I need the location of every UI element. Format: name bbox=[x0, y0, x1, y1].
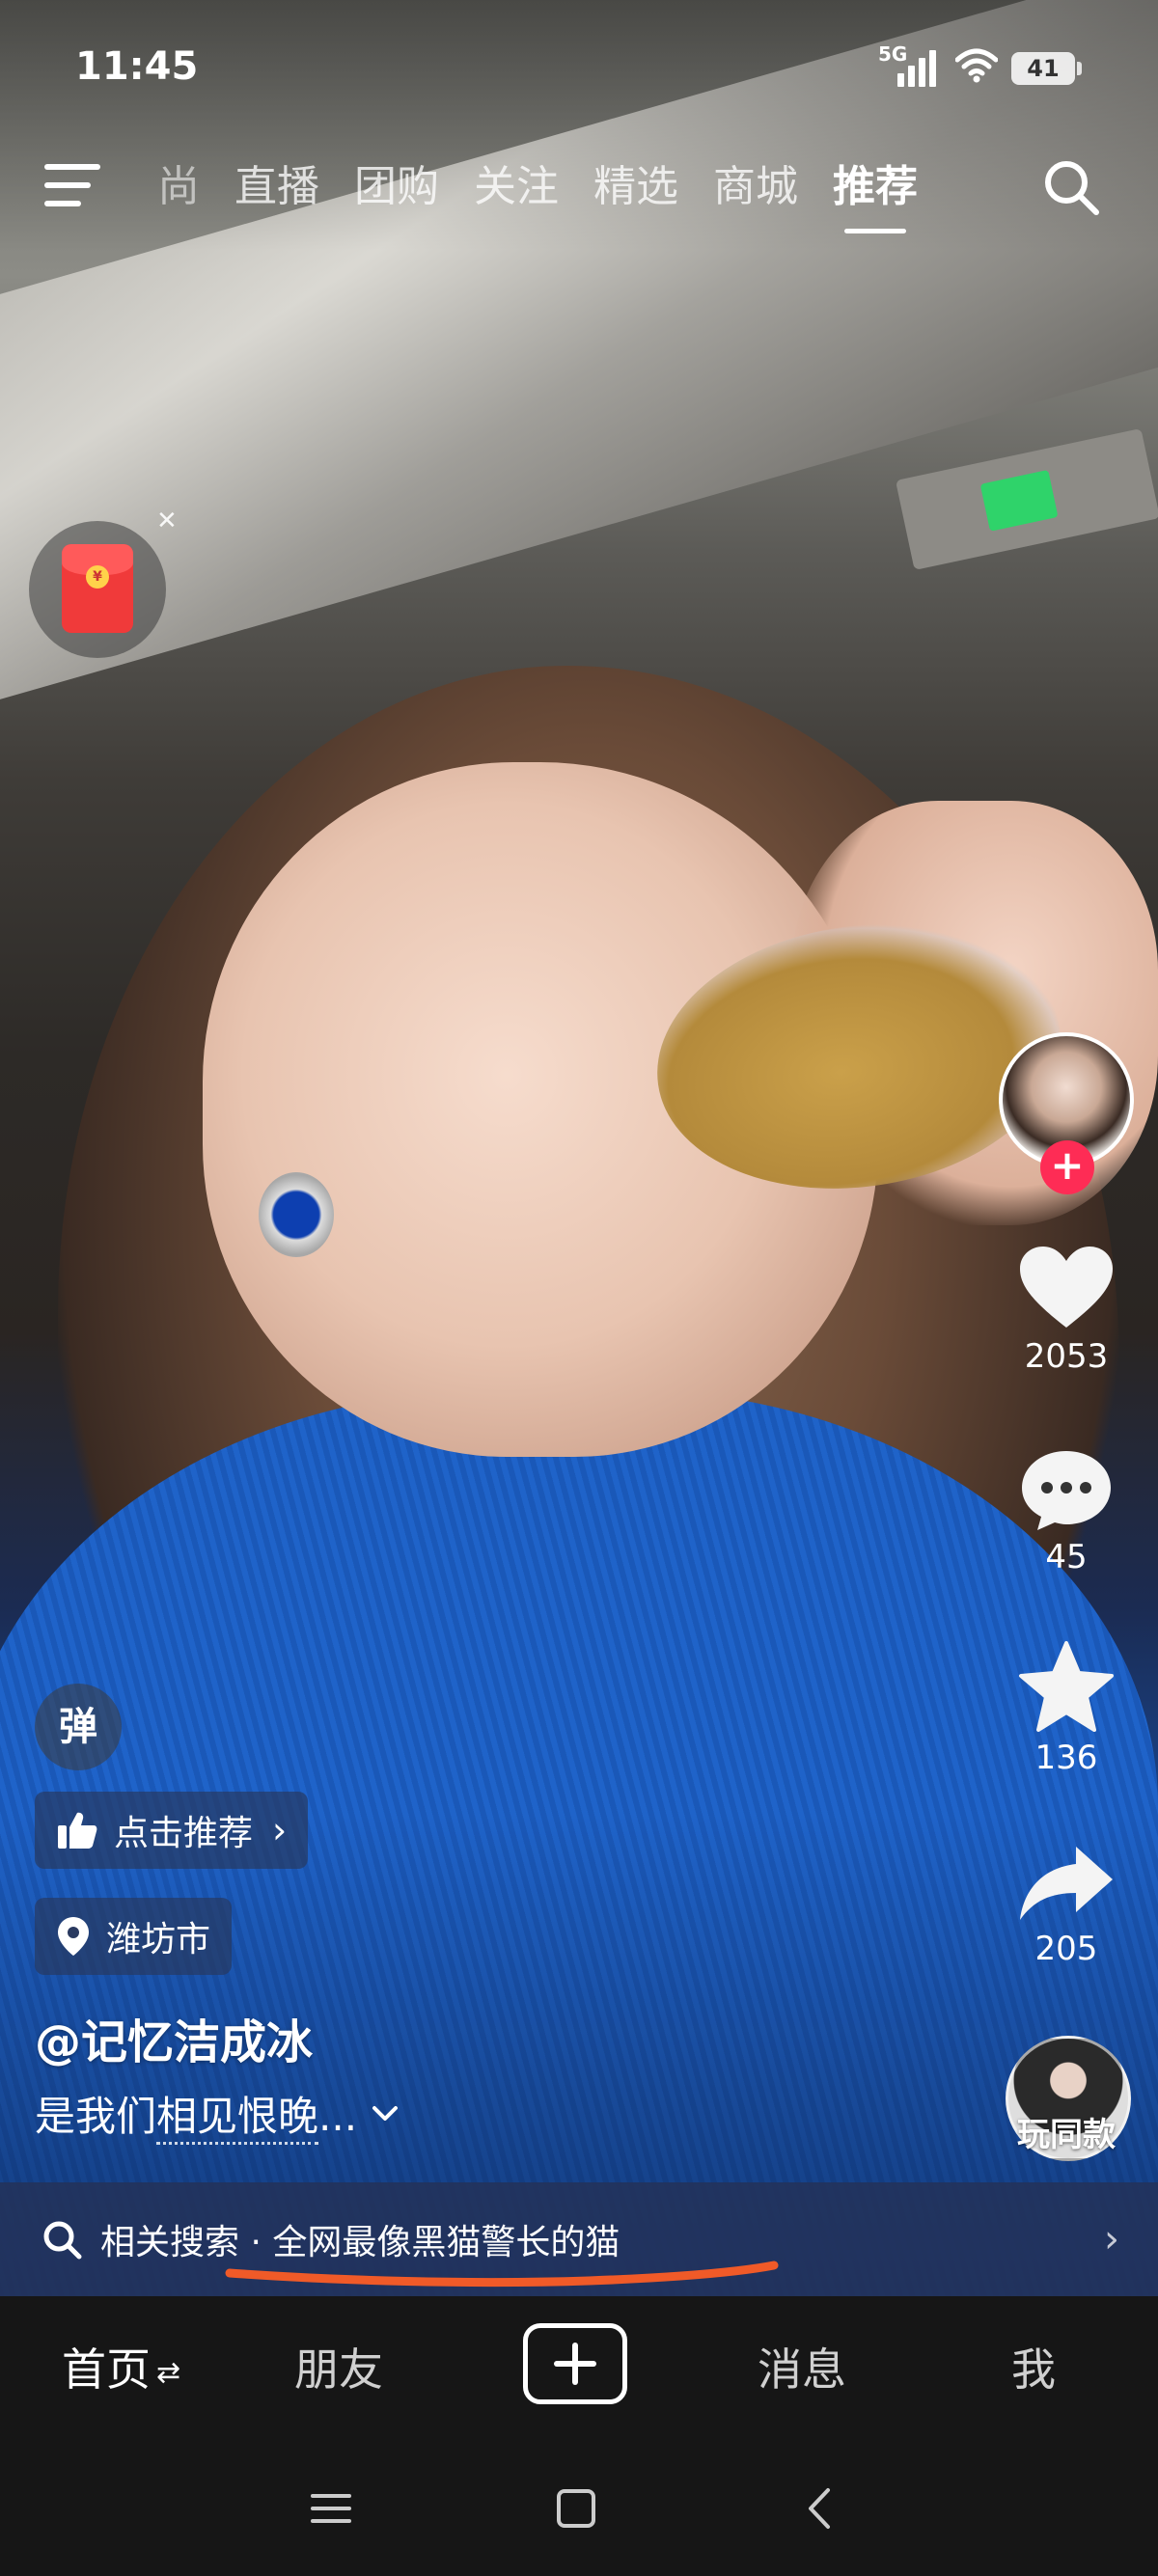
recent-apps-icon[interactable] bbox=[307, 2484, 355, 2533]
tab-home[interactable]: 首页 ⇄ bbox=[62, 2335, 180, 2398]
location-pin-icon bbox=[58, 1917, 89, 1956]
location-label: 潍坊市 bbox=[106, 1920, 211, 1959]
comment-button[interactable]: 45 bbox=[994, 1447, 1139, 1576]
video-subject-earring bbox=[259, 1172, 334, 1257]
chevron-right-icon: › bbox=[272, 1809, 288, 1851]
tab-featured[interactable]: 精选 bbox=[576, 158, 696, 216]
tab-mall[interactable]: 商城 bbox=[696, 158, 815, 216]
caption-prefix: 是我们 bbox=[35, 2093, 157, 2140]
red-envelope-icon: ¥ bbox=[62, 544, 133, 633]
search-icon[interactable] bbox=[1040, 156, 1102, 218]
tab-recommend[interactable]: 推荐 bbox=[815, 158, 935, 233]
create-button[interactable] bbox=[523, 2323, 627, 2404]
top-tabs: 尚 直播 团购 关注 精选 商城 推荐 bbox=[140, 158, 935, 233]
tab-home-label: 首页 bbox=[62, 2343, 151, 2396]
tab-friends[interactable]: 朋友 bbox=[294, 2335, 383, 2398]
chevron-down-icon[interactable] bbox=[371, 2104, 400, 2124]
related-search-prefix: 相关搜索 bbox=[100, 2223, 240, 2262]
battery-icon: 41 bbox=[1011, 52, 1082, 85]
status-time: 11:45 bbox=[75, 44, 199, 89]
wifi-icon bbox=[955, 48, 998, 83]
favorite-button[interactable]: 136 bbox=[994, 1640, 1139, 1777]
red-packet-widget[interactable]: ¥ bbox=[29, 521, 166, 658]
follow-button[interactable]: + bbox=[1040, 1140, 1094, 1194]
like-count: 2053 bbox=[1024, 1337, 1109, 1376]
share-count: 205 bbox=[1034, 1930, 1098, 1968]
close-icon[interactable]: ✕ bbox=[156, 507, 178, 535]
menu-icon[interactable] bbox=[44, 162, 102, 208]
star-icon bbox=[1019, 1641, 1114, 1732]
share-button[interactable]: 205 bbox=[994, 1843, 1139, 1968]
tab-group-buy[interactable]: 团购 bbox=[337, 158, 456, 216]
caption-suffix: ... bbox=[318, 2093, 358, 2140]
caption-keyword[interactable]: 相见恨晚 bbox=[156, 2093, 319, 2145]
comment-icon bbox=[1022, 1451, 1111, 1530]
creator-username[interactable]: @记忆洁成冰 bbox=[35, 2004, 313, 2071]
tab-me[interactable]: 我 bbox=[1011, 2335, 1056, 2398]
play-same-label[interactable]: 玩同款 bbox=[994, 2108, 1139, 2155]
back-icon[interactable] bbox=[797, 2484, 845, 2533]
home-icon[interactable] bbox=[552, 2484, 600, 2533]
swap-icon: ⇄ bbox=[156, 2356, 181, 2390]
tab-fashion[interactable]: 尚 bbox=[140, 158, 217, 216]
thumbs-up-icon bbox=[58, 1812, 97, 1849]
comment-count: 45 bbox=[1045, 1538, 1088, 1576]
share-icon bbox=[1020, 1847, 1113, 1920]
favorite-count: 136 bbox=[1034, 1739, 1098, 1777]
tab-messages[interactable]: 消息 bbox=[758, 2335, 846, 2398]
signal-icon bbox=[897, 48, 944, 87]
video-caption[interactable]: 是我们相见恨晚... bbox=[35, 2084, 400, 2145]
tab-following[interactable]: 关注 bbox=[456, 158, 576, 216]
system-nav-bar bbox=[0, 2441, 1158, 2576]
status-bar: 11:45 5G 41 bbox=[0, 39, 1158, 96]
danmu-toggle[interactable]: 弹 bbox=[35, 1684, 122, 1770]
heart-icon bbox=[1020, 1247, 1113, 1328]
bottom-tab-bar: 首页 ⇄ 朋友 消息 我 bbox=[0, 2296, 1158, 2441]
search-icon bbox=[43, 2221, 82, 2260]
like-button[interactable]: 2053 bbox=[994, 1245, 1139, 1376]
top-nav: 尚 直播 团购 关注 精选 商城 推荐 bbox=[0, 145, 1158, 233]
location-chip[interactable]: 潍坊市 bbox=[35, 1898, 233, 1975]
recommend-label: 点击推荐 bbox=[114, 1814, 254, 1853]
exit-sign bbox=[895, 428, 1158, 570]
recommend-chip[interactable]: 点击推荐 › bbox=[35, 1792, 309, 1869]
tab-live[interactable]: 直播 bbox=[217, 158, 337, 216]
chevron-right-icon: › bbox=[1104, 2217, 1119, 2261]
